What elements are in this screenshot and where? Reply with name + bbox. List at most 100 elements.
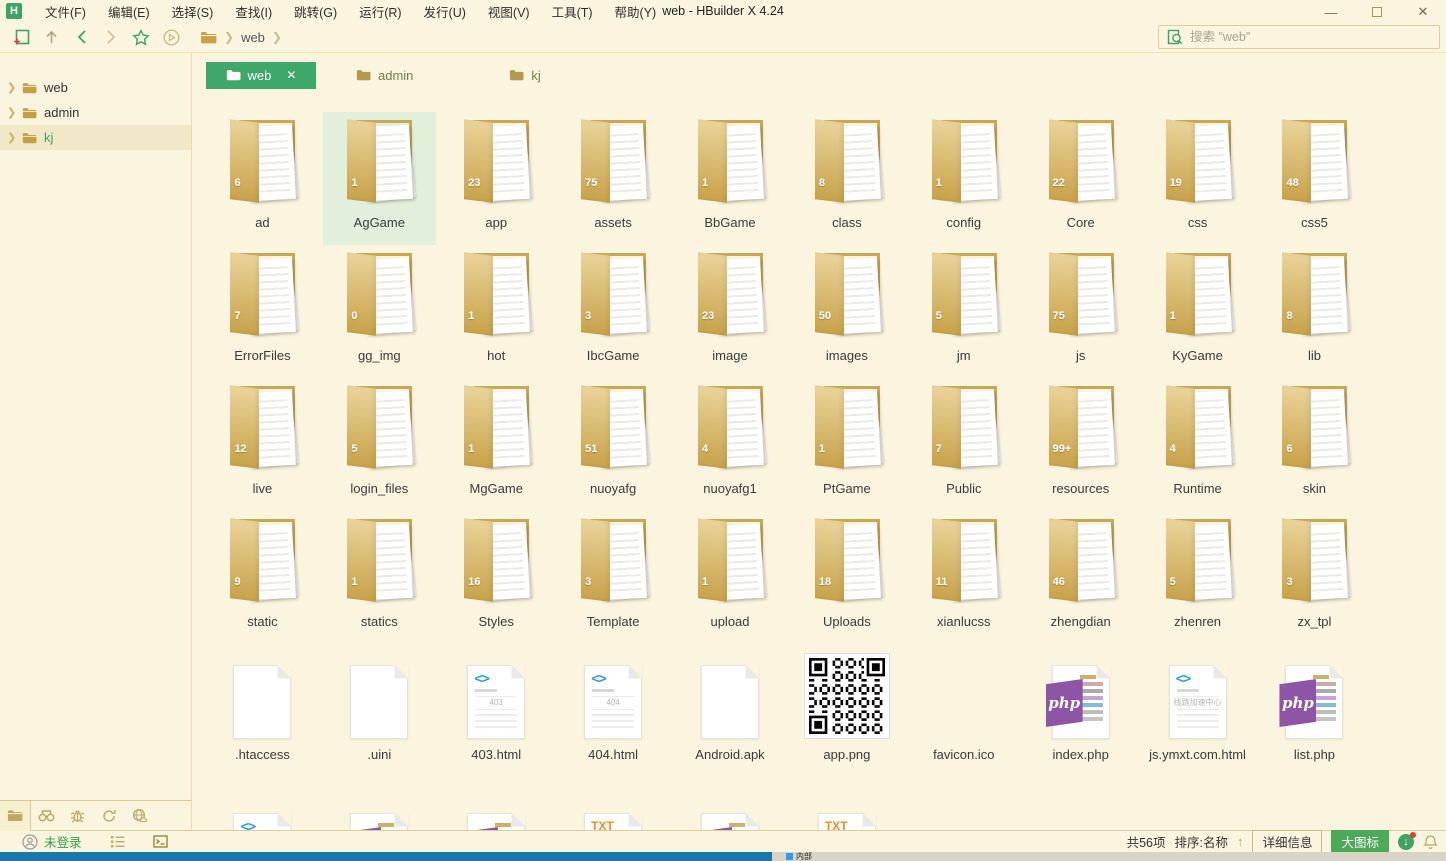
file-item[interactable]: 1PtGame [790, 378, 903, 511]
login-status[interactable]: 未登录 [44, 832, 82, 851]
file-item[interactable]: 0gg_img [323, 245, 436, 378]
menu-item[interactable]: 发行(U) [413, 0, 477, 23]
file-item[interactable]: <>线路加速中心js.ymxt.com.html [1141, 644, 1254, 792]
file-item[interactable]: 3Template [557, 511, 670, 644]
breadcrumb-item[interactable]: web [241, 30, 265, 45]
close-button[interactable]: ✕ [1400, 0, 1446, 24]
tab-close-icon[interactable]: ✕ [286, 68, 296, 82]
menu-item[interactable]: 视图(V) [477, 0, 541, 23]
file-item[interactable]: 8class [790, 112, 903, 245]
file-item[interactable]: 1upload [674, 511, 787, 644]
file-item[interactable]: 48css5 [1258, 112, 1371, 245]
file-item[interactable]: 3zx_tpl [1258, 511, 1371, 644]
file-item[interactable]: 9static [206, 511, 319, 644]
file-item[interactable]: php [440, 792, 553, 830]
taskbar-window-button[interactable]: 内部 [786, 852, 812, 861]
file-item[interactable]: TXT [790, 792, 903, 830]
back-button[interactable] [66, 24, 96, 50]
file-item[interactable]: 23image [674, 245, 787, 378]
search-box[interactable] [1158, 25, 1440, 49]
file-item[interactable]: php [674, 792, 787, 830]
file-item[interactable]: 7ErrorFiles [206, 245, 319, 378]
file-item[interactable]: 23app [440, 112, 553, 245]
run-button[interactable] [156, 24, 186, 50]
update-icon[interactable]: ↓ [1398, 834, 1414, 850]
file-item[interactable]: 8lib [1258, 245, 1371, 378]
file-item[interactable]: 7Public [907, 378, 1020, 511]
file-item[interactable]: 1BbGame [674, 112, 787, 245]
file-item[interactable]: phpindex.php [1024, 644, 1137, 792]
search-panel-button[interactable] [31, 801, 62, 831]
search-input[interactable] [1190, 30, 1410, 44]
file-item[interactable]: <> [206, 792, 319, 830]
sidebar-item-kj[interactable]: ❯kj [0, 125, 191, 150]
file-item[interactable]: favicon.ico [907, 644, 1020, 792]
web-panel-button[interactable] [124, 801, 155, 831]
maximize-button[interactable] [1354, 0, 1400, 24]
task-list-button[interactable] [110, 835, 125, 848]
file-item[interactable]: .htaccess [206, 644, 319, 792]
file-item[interactable]: 75assets [557, 112, 670, 245]
detail-view-button[interactable]: 详细信息 [1252, 830, 1322, 853]
file-item[interactable]: TXT [557, 792, 670, 830]
file-item[interactable]: 50images [790, 245, 903, 378]
file-item[interactable]: <>403403.html [440, 644, 553, 792]
file-item[interactable]: 16Styles [440, 511, 553, 644]
files-panel-button[interactable] [0, 801, 31, 831]
file-item[interactable]: 6skin [1258, 378, 1371, 511]
debug-panel-button[interactable] [62, 801, 93, 831]
sort-direction-icon[interactable]: ↑ [1237, 834, 1244, 849]
file-item[interactable]: 5login_files [323, 378, 436, 511]
large-icon-view-button[interactable]: 大图标 [1331, 830, 1389, 853]
file-item[interactable]: 1config [907, 112, 1020, 245]
file-item[interactable]: <>404404.html [557, 644, 670, 792]
sidebar-item-web[interactable]: ❯web [0, 75, 191, 100]
file-item[interactable]: 1MgGame [440, 378, 553, 511]
file-item[interactable]: 19css [1141, 112, 1254, 245]
file-item[interactable]: 46zhengdian [1024, 511, 1137, 644]
tab-admin[interactable]: admin [344, 62, 425, 89]
file-item[interactable]: 99+resources [1024, 378, 1137, 511]
file-item[interactable]: 4nuoyafg1 [674, 378, 787, 511]
new-file-button[interactable] [6, 24, 36, 50]
menu-item[interactable]: 跳转(G) [283, 0, 348, 23]
menu-item[interactable]: 查找(I) [224, 0, 283, 23]
menu-item[interactable]: 选择(S) [161, 0, 225, 23]
sort-order[interactable]: 排序:名称 [1174, 832, 1227, 851]
file-item[interactable]: 18Uploads [790, 511, 903, 644]
file-item[interactable]: 11xianlucss [907, 511, 1020, 644]
file-item[interactable]: 12live [206, 378, 319, 511]
minimize-button[interactable]: — [1308, 0, 1354, 24]
file-item[interactable]: php [323, 792, 436, 830]
forward-button[interactable] [96, 24, 126, 50]
file-item[interactable]: 1AgGame [323, 112, 436, 245]
file-item[interactable]: 4Runtime [1141, 378, 1254, 511]
file-item[interactable]: phplist.php [1258, 644, 1371, 792]
file-item[interactable]: 5jm [907, 245, 1020, 378]
file-item[interactable]: .uini [323, 644, 436, 792]
menu-item[interactable]: 文件(F) [34, 0, 97, 23]
sync-panel-button[interactable] [93, 801, 124, 831]
file-item[interactable]: 3IbcGame [557, 245, 670, 378]
file-item[interactable]: 1KyGame [1141, 245, 1254, 378]
tab-kj[interactable]: kj [497, 62, 552, 89]
chevron-right-icon[interactable]: ❯ [7, 131, 15, 144]
terminal-button[interactable] [153, 835, 168, 848]
up-button[interactable] [36, 24, 66, 50]
menu-item[interactable]: 运行(R) [348, 0, 412, 23]
favorite-button[interactable] [126, 24, 156, 50]
file-item[interactable]: 22Core [1024, 112, 1137, 245]
menu-item[interactable]: 帮助(Y) [604, 0, 668, 23]
menu-item[interactable]: 编辑(E) [97, 0, 161, 23]
chevron-right-icon[interactable]: ❯ [7, 81, 15, 94]
menu-item[interactable]: 工具(T) [541, 0, 604, 23]
file-item[interactable]: 5zhenren [1141, 511, 1254, 644]
sidebar-item-admin[interactable]: ❯admin [0, 100, 191, 125]
bell-icon[interactable] [1423, 834, 1438, 850]
file-item[interactable]: Android.apk [674, 644, 787, 792]
file-item[interactable]: 51nuoyafg [557, 378, 670, 511]
file-item[interactable]: 75js [1024, 245, 1137, 378]
file-item[interactable]: 1statics [323, 511, 436, 644]
tab-web[interactable]: web✕ [206, 62, 316, 89]
file-item[interactable]: 1hot [440, 245, 553, 378]
